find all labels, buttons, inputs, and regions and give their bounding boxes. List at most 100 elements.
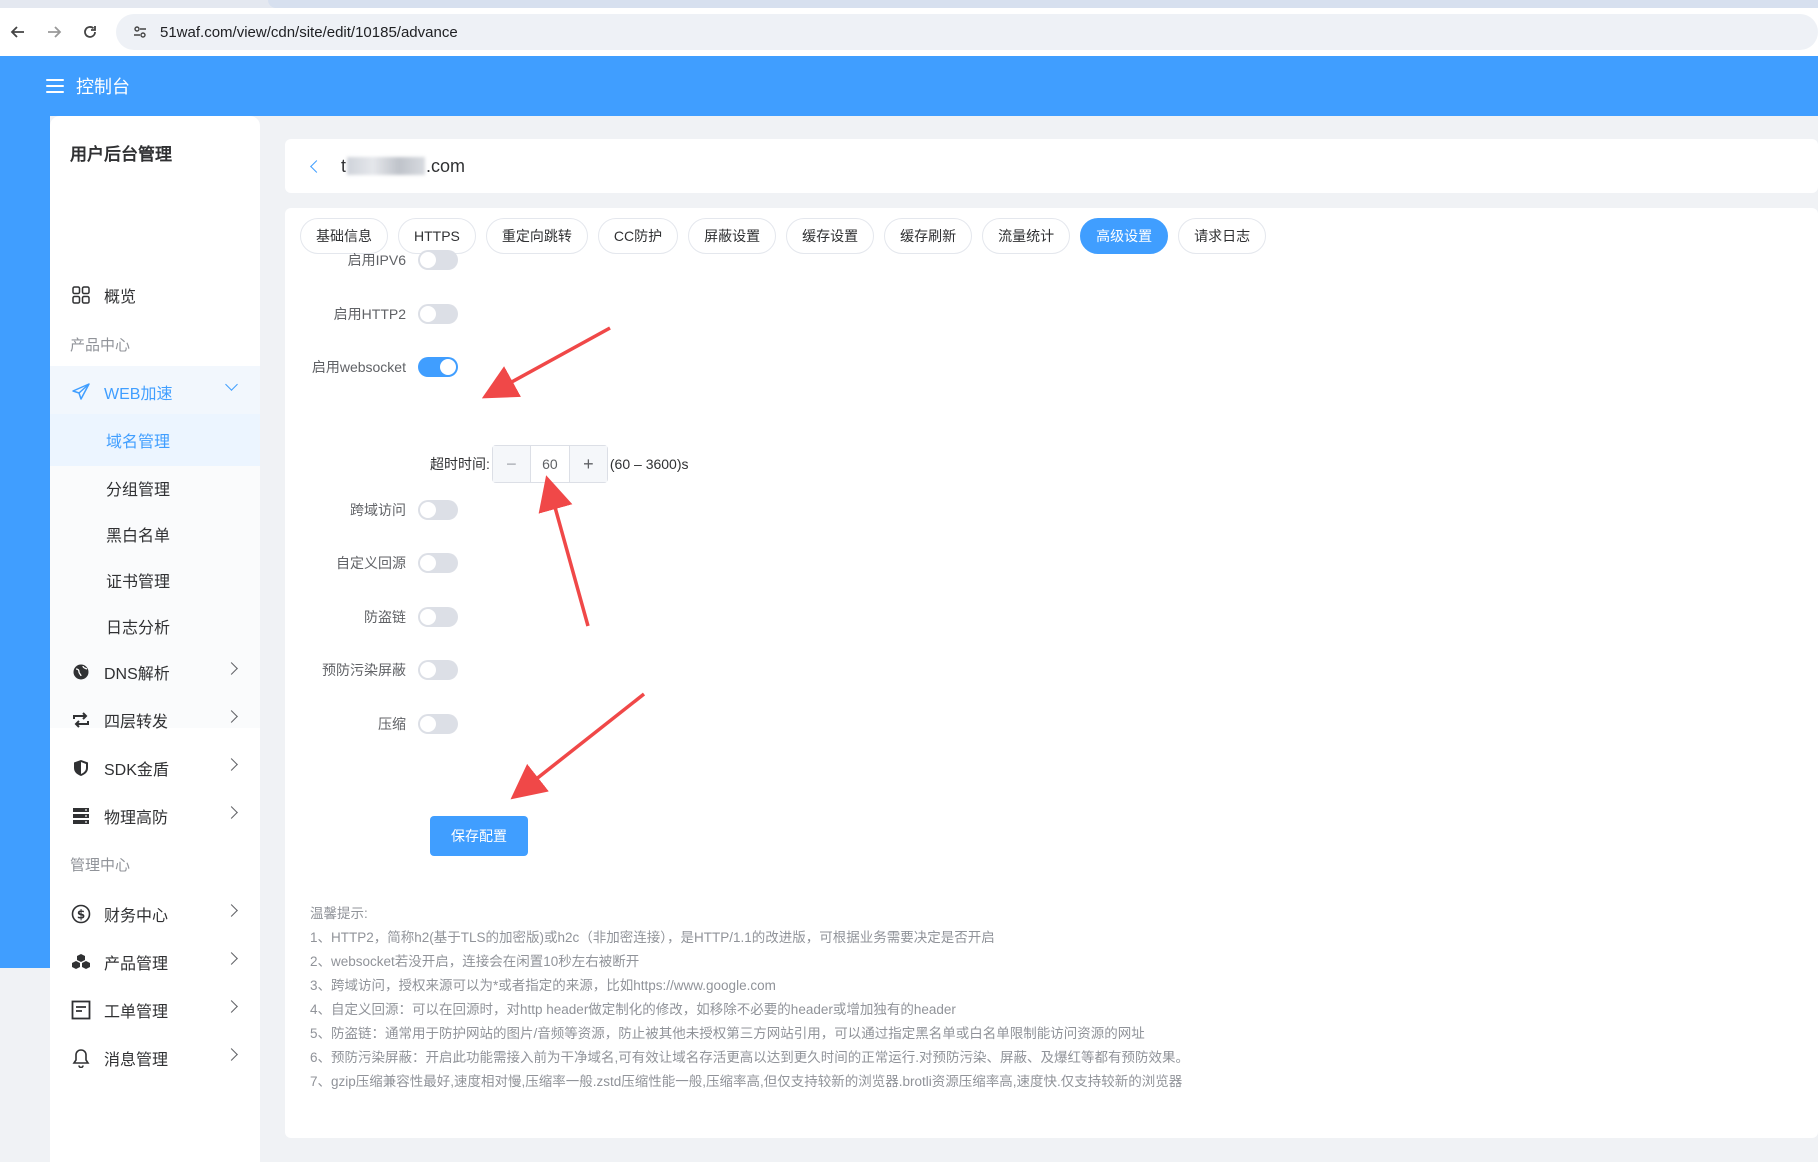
tip-line: 2、websocket若没开启，连接会在闲置10秒左右被断开: [310, 954, 640, 969]
tip-line: 4、自定义回源：可以在回源时，对http header做定制化的修改，如移除不必…: [310, 1002, 956, 1017]
tip-line: 1、HTTP2，简称h2(基于TLS的加密版)或h2c（非加密连接），是HTTP…: [310, 930, 995, 945]
row-compress: 压缩: [285, 714, 458, 734]
chevron-down-icon: [225, 378, 238, 391]
repeat-icon: [70, 709, 92, 731]
sidebar-item-label: 概览: [104, 289, 137, 306]
row-ipv6: 启用IPV6: [285, 250, 458, 270]
shield-icon: [70, 757, 92, 779]
chevron-right-icon: [225, 1048, 238, 1061]
increment-button[interactable]: +: [568, 446, 607, 482]
grid-icon: [70, 284, 92, 306]
switch-ipv6[interactable]: [418, 250, 458, 270]
tab-traffic-stats[interactable]: 流量统计: [982, 218, 1071, 254]
tab-cache-refresh[interactable]: 缓存刷新: [884, 218, 973, 254]
switch-http2[interactable]: [418, 304, 458, 324]
tab-advanced-settings[interactable]: 高级设置: [1080, 218, 1169, 254]
tab-bar: 基础信息 HTTPS 重定向跳转 CC防护 屏蔽设置 缓存设置 缓存刷新 流量统…: [300, 218, 1276, 254]
tab-https[interactable]: HTTPS: [398, 218, 476, 254]
address-bar[interactable]: 51waf.com/view/cdn/site/edit/10185/advan…: [116, 14, 1818, 50]
label-compress: 压缩: [378, 716, 406, 732]
sidebar-sub-blackwhite[interactable]: 黑白名单: [50, 508, 260, 560]
decrement-button[interactable]: −: [492, 446, 531, 482]
row-websocket: 启用websocket: [285, 357, 458, 377]
header-backdrop: [0, 116, 50, 968]
timeout-stepper: − +: [491, 445, 608, 483]
reload-icon: [84, 26, 96, 38]
domain-header: t .com: [285, 139, 1818, 193]
sidebar-item-physical[interactable]: 物理高防: [50, 790, 260, 842]
tab-redirect[interactable]: 重定向跳转: [485, 218, 588, 254]
domain-suffix: .com: [426, 155, 466, 176]
site-info-icon[interactable]: [130, 22, 150, 42]
tips-section: 温馨提示: 1、HTTP2，简称h2(基于TLS的加密版)或h2c（非加密连接）…: [310, 902, 1189, 1094]
label-ipv6: 启用IPV6: [347, 252, 406, 268]
switch-hotlink[interactable]: [418, 607, 458, 627]
globe-icon: [70, 661, 92, 683]
switch-custom-origin[interactable]: [418, 553, 458, 573]
row-anti-pollution: 预防污染屏蔽: [285, 660, 458, 680]
chevron-right-icon: [225, 952, 238, 965]
timeout-range: (60 – 3600)s: [609, 456, 689, 472]
tab-basic-info[interactable]: 基础信息: [300, 218, 388, 254]
switch-cors[interactable]: [418, 500, 458, 520]
label-custom-origin: 自定义回源: [336, 555, 406, 571]
tab-request-log[interactable]: 请求日志: [1178, 218, 1267, 254]
sidebar-item-product-manage[interactable]: 产品管理: [50, 936, 260, 988]
sidebar-item-sdk[interactable]: SDK金盾: [50, 742, 260, 794]
switch-anti-pollution[interactable]: [418, 660, 458, 680]
tab-cache-settings[interactable]: 缓存设置: [786, 218, 875, 254]
forward-button[interactable]: [36, 14, 72, 50]
tips-title: 温馨提示:: [310, 906, 368, 921]
sidebar-title: 用户后台管理: [70, 145, 172, 164]
arrow-right-icon: [48, 26, 62, 38]
tip-line: 6、预防污染屏蔽：开启此功能需接入前为干净域名,可有效让域名存活更高以达到更久时…: [310, 1050, 1190, 1065]
chevron-right-icon: [225, 710, 238, 723]
sidebar-item-label: 四层转发: [104, 714, 169, 731]
row-cors: 跨域访问: [285, 500, 458, 520]
row-hotlink: 防盗链: [285, 607, 458, 627]
sidebar-item-overview[interactable]: 概览: [50, 269, 260, 321]
settings-panel: 基础信息 HTTPS 重定向跳转 CC防护 屏蔽设置 缓存设置 缓存刷新 流量统…: [285, 208, 1818, 1138]
tab-cc-protection[interactable]: CC防护: [597, 218, 679, 254]
sidebar-item-label: 消息管理: [104, 1052, 169, 1069]
chevron-right-icon: [225, 1000, 238, 1013]
label-anti-pollution: 预防污染屏蔽: [322, 662, 406, 678]
sidebar-item-web-accel[interactable]: WEB加速: [50, 366, 260, 418]
tip-line: 7、gzip压缩兼容性最好,速度相对慢,压缩率一般.zstd压缩性能一般,压缩率…: [310, 1074, 1183, 1089]
chevron-left-icon[interactable]: [310, 159, 323, 173]
domain-name: t .com: [341, 156, 465, 177]
tip-line: 5、防盗链：通常用于防护网站的图片/音频等资源，防止被其他未授权第三方网站引用，…: [310, 1026, 1145, 1041]
label-hotlink: 防盗链: [364, 609, 406, 625]
paper-plane-icon: [70, 381, 92, 403]
timeout-label: 超时时间:: [430, 456, 490, 472]
timeout-input[interactable]: [530, 446, 569, 482]
sidebar-item-dns[interactable]: DNS解析: [50, 646, 260, 698]
sidebar-item-message[interactable]: 消息管理: [50, 1032, 260, 1084]
sidebar-item-label: SDK金盾: [104, 762, 169, 779]
sidebar-item-label: 物理高防: [104, 810, 169, 827]
cubes-icon: [70, 951, 92, 973]
sidebar-item-label: WEB加速: [104, 386, 173, 403]
sidebar-item-finance[interactable]: $ 财务中心: [50, 888, 260, 940]
bell-icon: [70, 1047, 92, 1069]
sidebar-sub-group[interactable]: 分组管理: [50, 462, 260, 514]
sidebar-item-label: DNS解析: [104, 666, 170, 683]
switch-compress[interactable]: [418, 714, 458, 734]
tab-block-settings[interactable]: 屏蔽设置: [688, 218, 777, 254]
sidebar-sub-log[interactable]: 日志分析: [50, 600, 260, 652]
chevron-right-icon: [225, 806, 238, 819]
sidebar-sub-cert[interactable]: 证书管理: [50, 554, 260, 606]
switch-websocket[interactable]: [418, 357, 458, 377]
reload-button[interactable]: [72, 14, 108, 50]
back-button[interactable]: [0, 14, 36, 50]
menu-icon[interactable]: [46, 79, 64, 93]
group-label-product: 产品中心: [70, 337, 131, 354]
server-icon: [70, 805, 92, 827]
browser-toolbar: 51waf.com/view/cdn/site/edit/10185/advan…: [0, 8, 1818, 56]
sidebar-sub-domain[interactable]: 域名管理: [50, 414, 260, 466]
save-config-button[interactable]: 保存配置: [430, 816, 528, 856]
sidebar-item-layer4[interactable]: 四层转发: [50, 694, 260, 746]
sidebar-item-ticket[interactable]: 工单管理: [50, 984, 260, 1036]
url-text: 51waf.com/view/cdn/site/edit/10185/advan…: [160, 23, 458, 41]
label-cors: 跨域访问: [350, 502, 406, 518]
